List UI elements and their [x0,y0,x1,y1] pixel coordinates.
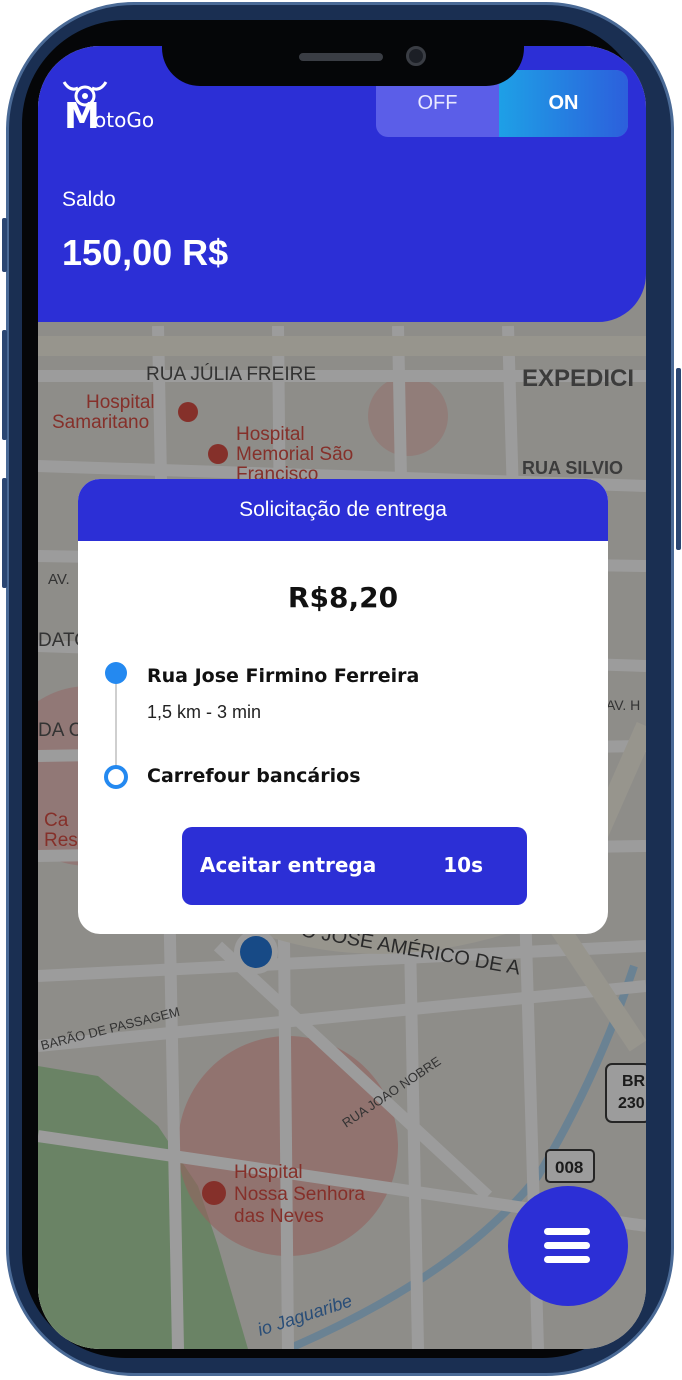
app-logo: M otoGo [60,78,200,138]
dropoff-address: Carrefour bancários [147,765,361,787]
phone-notch [162,20,524,86]
power-button [676,368,681,550]
app-header: M otoGo OFF ON Saldo 150,00 R$ [38,46,646,322]
pickup-dot-icon [105,662,127,684]
hamburger-menu-icon [544,1256,590,1263]
speaker-grille [299,53,383,61]
toggle-on-option[interactable]: ON [499,70,628,137]
menu-button[interactable] [508,1186,628,1306]
balance-value: 150,00 R$ [62,232,229,273]
hamburger-menu-icon [544,1242,590,1249]
mute-switch [2,218,7,272]
delivery-request-card: Solicitação de entrega R$8,20 Rua Jose F… [78,479,608,934]
hamburger-menu-icon [544,1228,590,1235]
dropoff-ring-icon [104,765,128,789]
screen: RUA JÚLIA FREIRE EXPEDICI Hospital Samar… [38,46,646,1349]
distance-time: 1,5 km - 3 min [147,702,262,722]
pickup-address: Rua Jose Firmino Ferreira [147,665,420,687]
volume-up-button [2,330,7,440]
route-line [115,684,117,766]
volume-down-button [2,478,7,588]
delivery-price: R$8,20 [287,581,399,614]
logo-text: otoGo [94,108,155,132]
delivery-request-title: Solicitação de entrega [78,479,608,541]
front-camera [406,46,426,66]
accept-delivery-label: Aceitar entrega [200,853,377,877]
accept-delivery-button[interactable]: Aceitar entrega 10s [182,827,527,905]
balance-label: Saldo [62,188,116,211]
accept-countdown: 10s [443,853,483,877]
